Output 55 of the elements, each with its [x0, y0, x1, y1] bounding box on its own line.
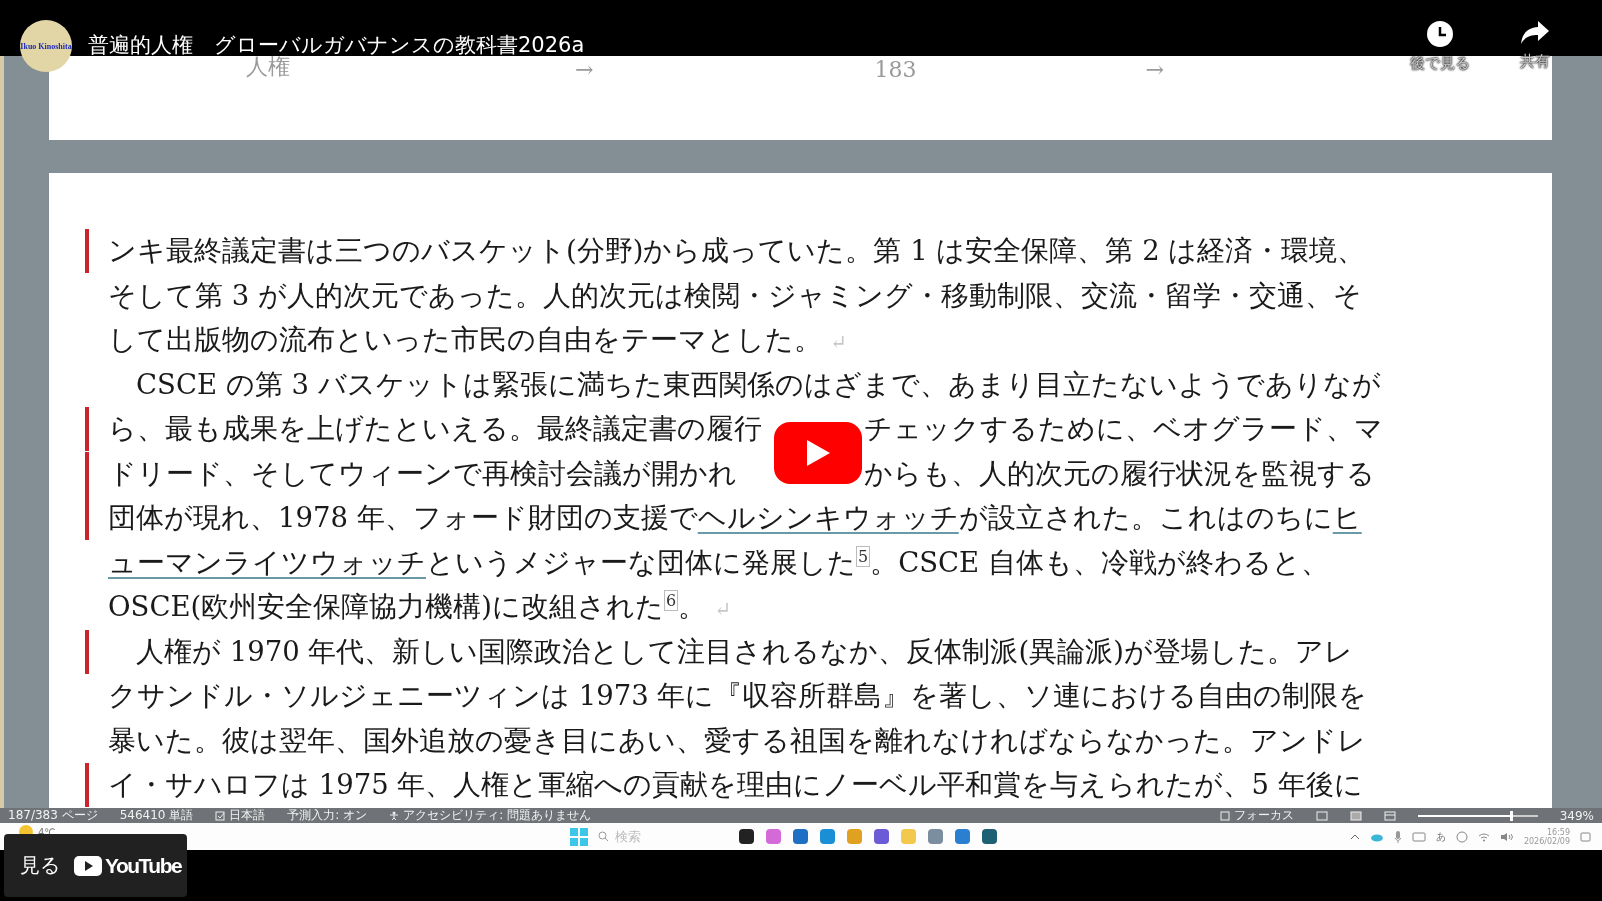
status-text: アクセシビリティ: 問題ありません [403, 807, 591, 824]
paragraph-mark: ↵ [714, 597, 731, 622]
clock-date: 2026/02/09 [1523, 836, 1570, 846]
document-text-line: ドリード、そしてウィーンで再検討会議が開かれ [108, 455, 737, 491]
footnote-marker: 5 [856, 545, 871, 567]
paragraph-mark: ↵ [830, 330, 847, 355]
document-text-line: ューマンライツウォッチ というメジャーな団体に発展した$^{5}$。CSCE 自体も、冷戦が終わると、 [108, 544, 1329, 580]
document-text-line: CSCE の第 3 バスケットは緊張に満ちた東西関係のはざまで、あまり目立たないようでありなが [135, 366, 1381, 402]
taskbar-app-icon[interactable] [981, 828, 998, 845]
document-text-line: そして第 3 が人的次元であった。人的次元は検閲・ジャミング・移動制限、交流・留学・交通、そ [108, 277, 1362, 313]
focus-button[interactable]: フォーカス [1233, 807, 1294, 824]
accessibility-icon [389, 810, 400, 821]
status-text: 546410 単語 [119, 807, 194, 824]
notification-icon[interactable] [1580, 830, 1592, 843]
input-mode-indicator[interactable]: あ [1435, 829, 1446, 844]
share-icon [1520, 20, 1550, 46]
document-text-line: OSCE(欧州安全保障協力機構)に改組された$^{6}$。 ↵ [108, 589, 731, 625]
play-button[interactable] [774, 422, 862, 484]
play-icon [74, 855, 102, 876]
page-header-text: 183 [874, 57, 917, 82]
document-text-line: 団体が現れ、1978 年、フォード財団の支援でヘルシンキウォッチが設立された。これはのちに ヒ [108, 500, 1362, 536]
microphone-icon[interactable] [1393, 830, 1402, 843]
zoom-level: 349% [1559, 808, 1594, 823]
document-text-line: 人権が 1970 年代、新しい国際政治として注目されるなか、反体制派(異論派)が登場した。アレ [135, 633, 1353, 669]
watch-on-youtube-button[interactable]: 見る YouTube [4, 834, 187, 897]
windows-logo-icon[interactable] [570, 827, 588, 846]
read-mode-icon[interactable] [1315, 810, 1328, 821]
document-text-line: 暴いた。彼は翌年、国外追放の憂き目にあい、愛する祖国を離れなければならなかった。アンドレ [108, 722, 1366, 758]
speaker-icon[interactable] [1499, 831, 1514, 842]
document-text-line: チェックするために、ベオグラード、マ [864, 411, 1383, 447]
page-header-text: 人権 [246, 53, 290, 81]
footnote-marker: 6 [663, 590, 679, 612]
taskbar-app-icon[interactable] [738, 828, 755, 845]
page-header-text: → [1145, 57, 1164, 82]
focus-icon [1219, 810, 1230, 821]
status-text: 予測入力: オン [287, 807, 368, 824]
wifi-icon[interactable] [1477, 831, 1490, 842]
web-layout-icon[interactable] [1383, 810, 1396, 821]
clock-time: 16:59 [1546, 827, 1570, 837]
document-text-line: クサンドル・ソルジェニーツィンは 1973 年に『収容所群島』を著し、ソ連における自由の制限を [108, 678, 1368, 714]
search-icon [598, 831, 609, 842]
document-text-line: ンキ最終議定書は三つのバスケット(分野)から成っていた。第 1 は安全保障、第 2 は経済・環境、 [108, 233, 1366, 269]
circle-icon[interactable] [1455, 830, 1468, 843]
keyboard-icon[interactable] [1411, 831, 1426, 842]
proofing-icon [215, 810, 226, 821]
document-text-line: して出版物の流布といった市民の自由をテーマとした。 ↵ [108, 322, 847, 358]
document-text-line: からも、人的次元の履行状況を監視する [864, 455, 1375, 491]
document-text-line: イ・サハロフは 1975 年、人権と軍縮への貢献を理由にノーベル平和賞を与えられたが、5 年後に [108, 767, 1363, 803]
document-text-line: ら、最も成果を上げたといえる。最終議定書の履行 [108, 411, 762, 447]
page-header-text: → [575, 57, 594, 82]
status-text: 日本語 [229, 807, 266, 824]
play-icon [805, 439, 831, 467]
status-text: 187/383 ページ [8, 807, 98, 824]
clock-icon [1426, 20, 1454, 48]
print-layout-icon[interactable] [1349, 810, 1362, 821]
